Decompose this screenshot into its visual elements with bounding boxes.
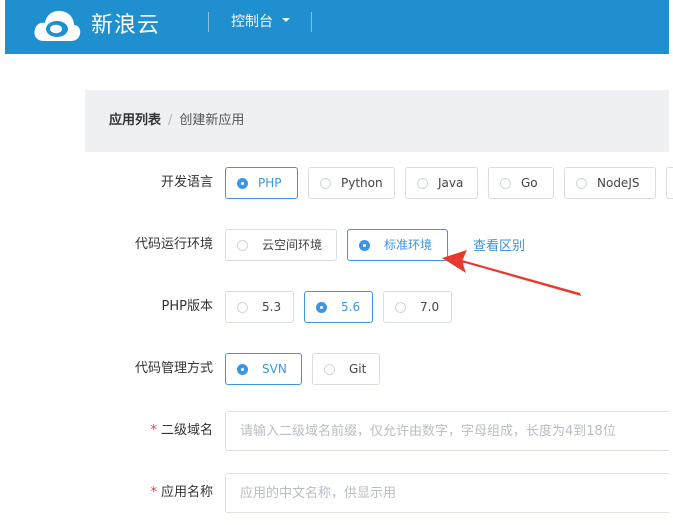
language-option-java[interactable]: Java (405, 167, 478, 199)
brand-name: 新浪云 (91, 13, 161, 38)
radio-unchecked-icon (324, 364, 335, 375)
app-name-label: * 应用名称 (150, 485, 213, 500)
breadcrumb-app-list-link[interactable]: 应用列表 (109, 113, 161, 128)
top-header: 新浪云 控制台 (5, 0, 669, 54)
console-label: 控制台 (231, 14, 273, 30)
header-divider (208, 12, 209, 32)
language-option-more[interactable] (666, 167, 673, 199)
php-version-option-5-6[interactable]: 5.6 (304, 291, 373, 323)
php-version-option-5-3[interactable]: 5.3 (225, 291, 294, 323)
required-mark: * (150, 485, 157, 500)
breadcrumb-current: 创建新应用 (179, 113, 245, 128)
radio-unchecked-icon (237, 302, 248, 313)
php-version-option-7-0[interactable]: 7.0 (383, 291, 452, 323)
php-version-label: PHP版本 (161, 299, 213, 314)
cloud-logo-icon (34, 10, 81, 42)
subdomain-input[interactable] (225, 411, 669, 451)
subdomain-label: * 二级域名 (150, 423, 213, 438)
vcs-label: 代码管理方式 (134, 361, 213, 376)
runtime-label: 代码运行环境 (134, 237, 213, 252)
required-mark: * (150, 423, 157, 438)
language-label: 开发语言 (160, 175, 213, 190)
runtime-option-standard[interactable]: 标准环境 (347, 229, 448, 261)
vcs-option-svn[interactable]: SVN (225, 353, 302, 385)
runtime-option-cloud-space[interactable]: 云空间环境 (225, 229, 337, 261)
radio-unchecked-icon (237, 240, 248, 251)
caret-down-icon (282, 18, 290, 22)
radio-checked-icon (316, 302, 327, 313)
app-name-input[interactable] (225, 473, 669, 513)
radio-checked-icon (237, 364, 248, 375)
vcs-option-git[interactable]: Git (312, 353, 380, 385)
header-divider (311, 12, 312, 32)
breadcrumb-bar: 应用列表 / 创建新应用 (85, 90, 669, 152)
radio-unchecked-icon (417, 178, 428, 189)
radio-unchecked-icon (576, 178, 587, 189)
language-option-nodejs[interactable]: NodeJS (564, 167, 656, 199)
compare-runtimes-link[interactable]: 查看区别 (473, 235, 525, 254)
language-option-go[interactable]: Go (488, 167, 554, 199)
language-option-php[interactable]: PHP (225, 167, 298, 199)
radio-checked-icon (359, 240, 370, 251)
radio-unchecked-icon (395, 302, 406, 313)
radio-unchecked-icon (500, 178, 511, 189)
radio-unchecked-icon (320, 178, 331, 189)
breadcrumb: 应用列表 / 创建新应用 (109, 112, 244, 130)
radio-checked-icon (237, 178, 248, 189)
console-dropdown[interactable]: 控制台 (231, 12, 290, 32)
breadcrumb-separator: / (168, 113, 173, 128)
language-option-python[interactable]: Python (308, 167, 395, 199)
